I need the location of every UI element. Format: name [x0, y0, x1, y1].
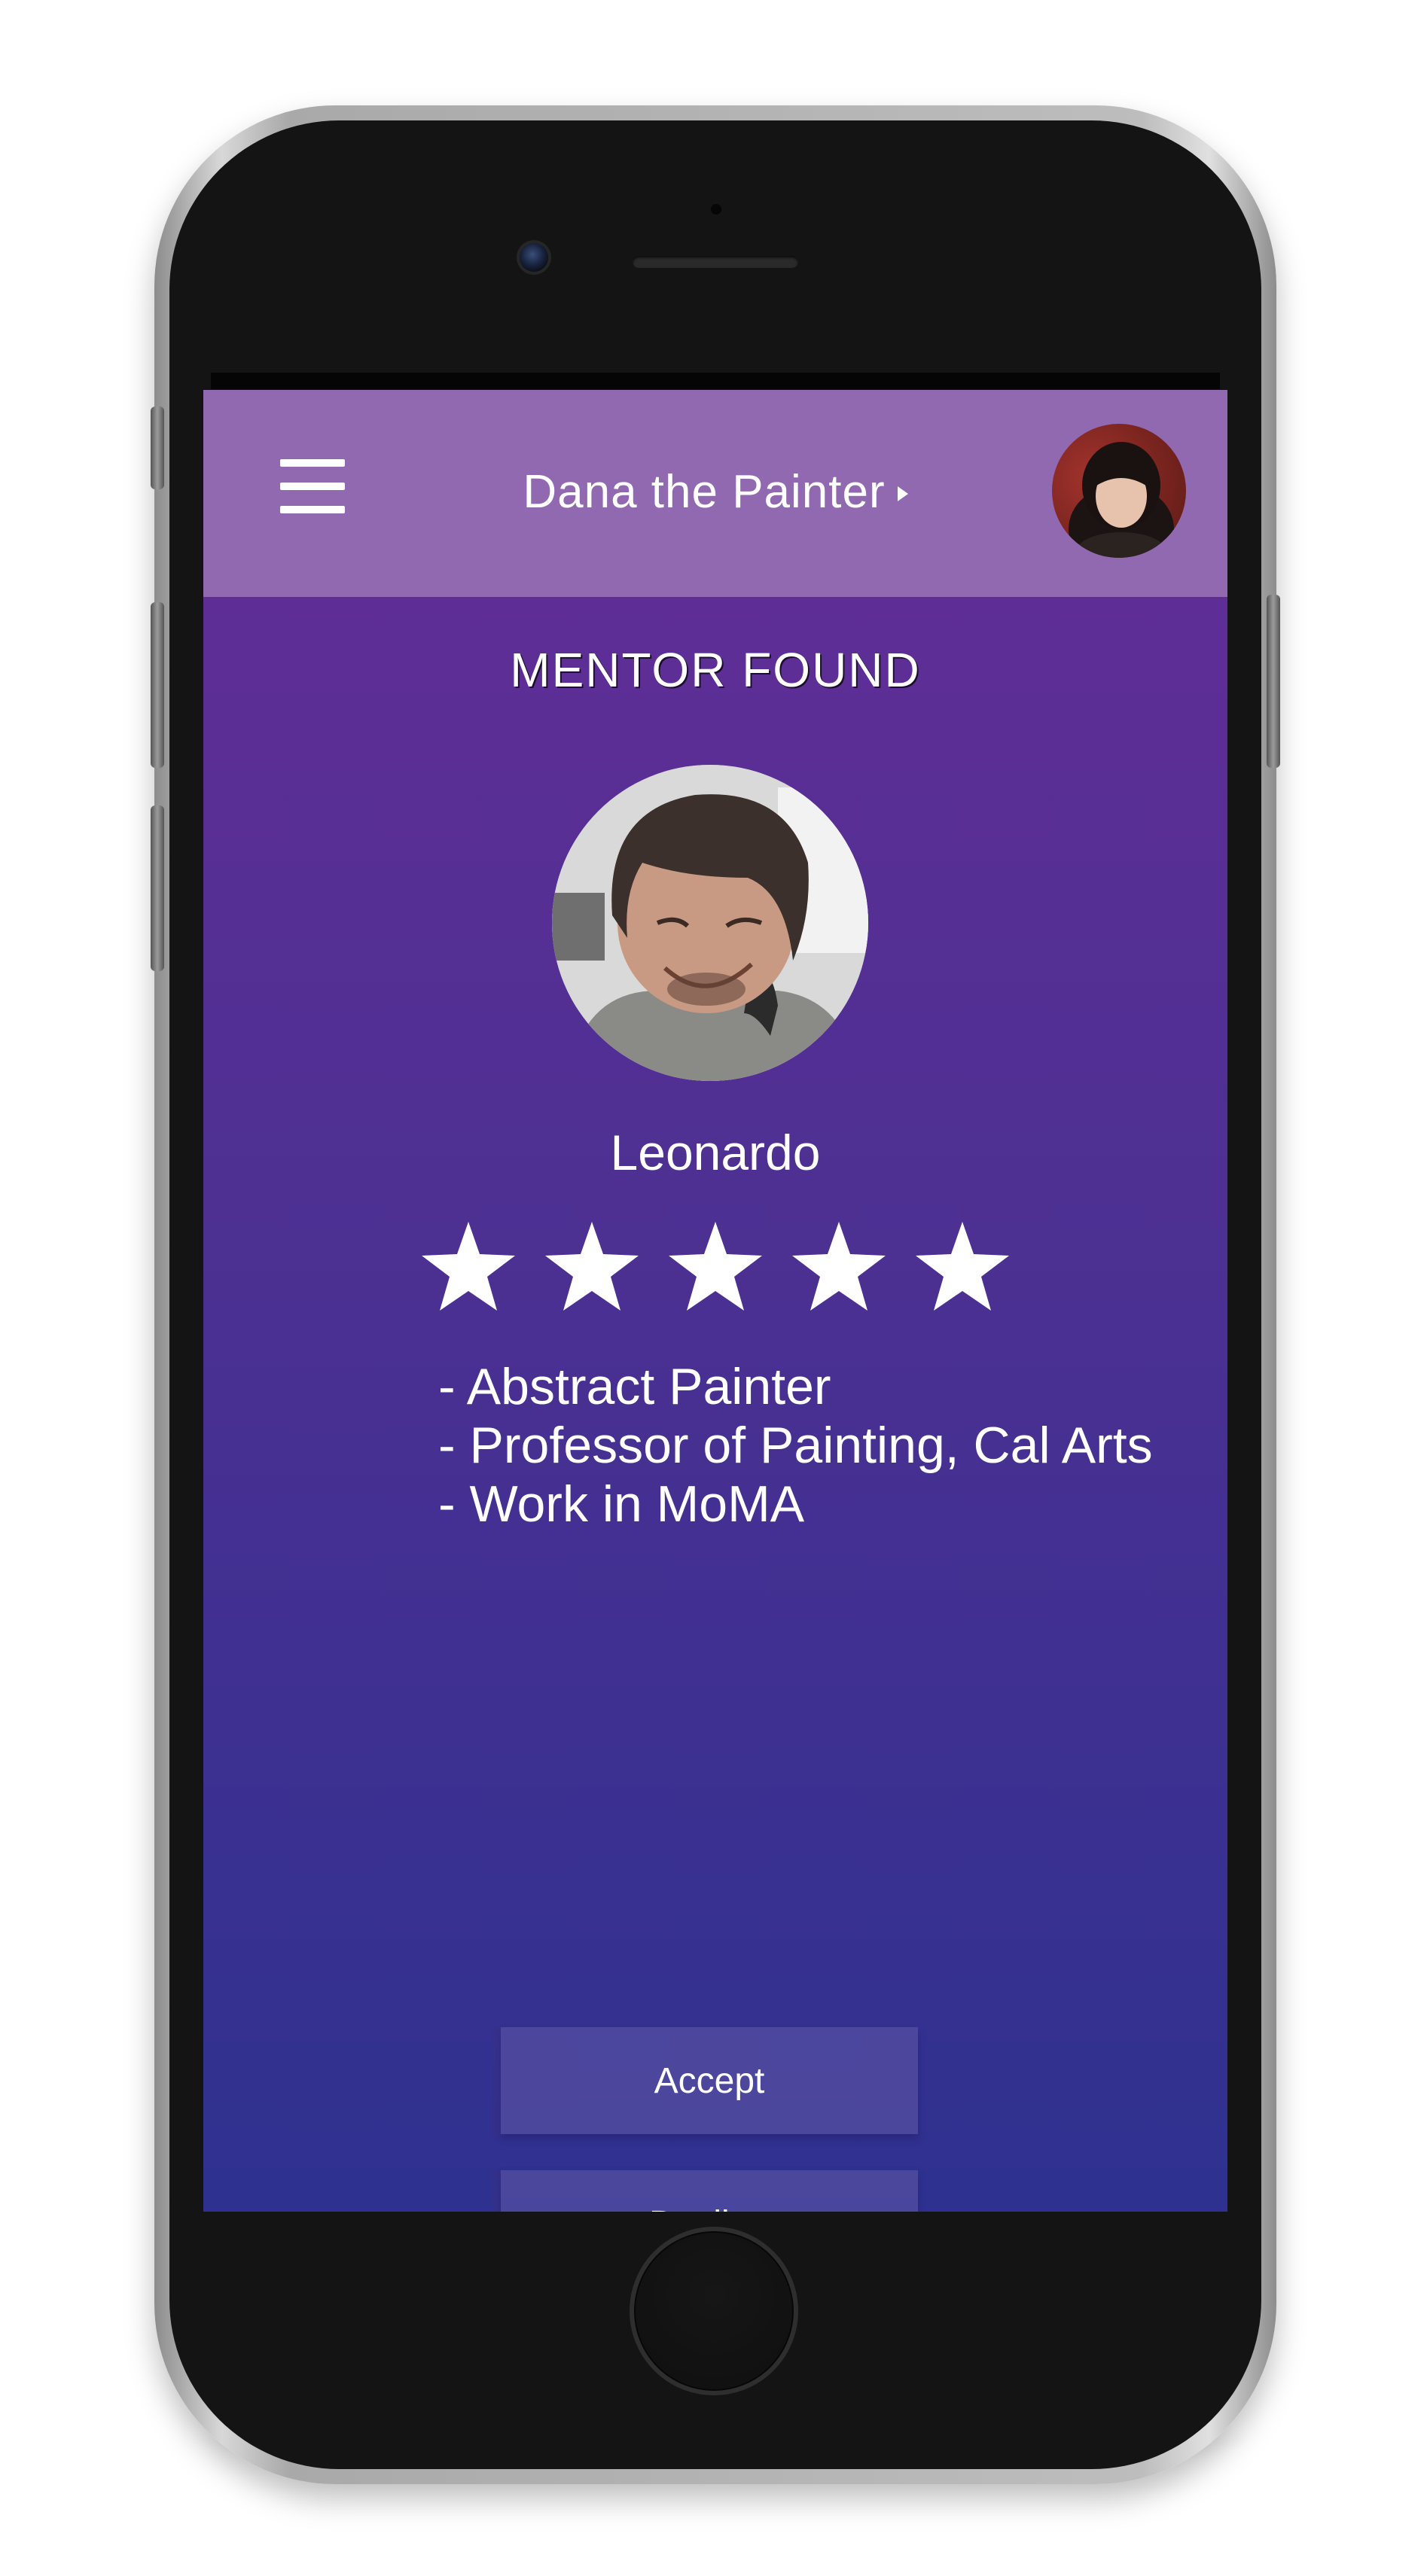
earpiece-speaker: [633, 256, 798, 268]
app-header: Dana the Painter: [203, 390, 1227, 597]
star-icon: [916, 1222, 1009, 1311]
front-camera-icon: [520, 243, 548, 272]
star-icon: [422, 1222, 515, 1311]
mentor-name: Leonardo: [610, 1125, 821, 1180]
bio-line: - Abstract Painter: [438, 1358, 831, 1415]
menu-bar-middle: [280, 483, 345, 490]
star-icon: [545, 1222, 639, 1311]
proximity-sensor: [711, 204, 721, 215]
mentor-found-panel: MENTOR FOUND Leonardo - Abstract Painter…: [203, 597, 1227, 2212]
user-avatar[interactable]: [1052, 424, 1186, 558]
mentor-bio: - Abstract Painter - Professor of Painti…: [438, 1357, 1191, 1533]
screen-heading: MENTOR FOUND: [510, 643, 921, 697]
screen-top-edge: [211, 373, 1220, 389]
mentor-avatar-photo: [552, 765, 868, 1081]
header-title: Dana the Painter: [523, 465, 886, 518]
bio-line: - Work in MoMA: [438, 1475, 805, 1533]
accept-button[interactable]: Accept: [501, 2027, 918, 2134]
volume-down-button: [151, 805, 164, 971]
user-avatar-photo: [1069, 442, 1174, 558]
bio-line: - Professor of Painting, Cal Arts: [438, 1417, 1153, 1474]
profile-switcher[interactable]: Dana the Painter: [489, 458, 941, 525]
menu-bar-bottom: [280, 506, 345, 513]
star-icon: [669, 1222, 762, 1311]
mentor-avatar: [552, 765, 868, 1081]
hamburger-menu-icon[interactable]: [280, 459, 345, 513]
star-icon: [792, 1222, 886, 1311]
app-screen: Dana the Painter MENTOR FOUND Leonardo -…: [203, 390, 1227, 2212]
volume-up-button: [151, 602, 164, 768]
mute-switch: [151, 406, 164, 489]
menu-bar-top: [280, 459, 345, 467]
star-rating: [422, 1222, 1009, 1312]
home-button[interactable]: [630, 2227, 798, 2395]
power-button: [1267, 595, 1280, 768]
caret-right-icon: [897, 486, 908, 501]
decline-button[interactable]: Decline: [501, 2170, 918, 2212]
